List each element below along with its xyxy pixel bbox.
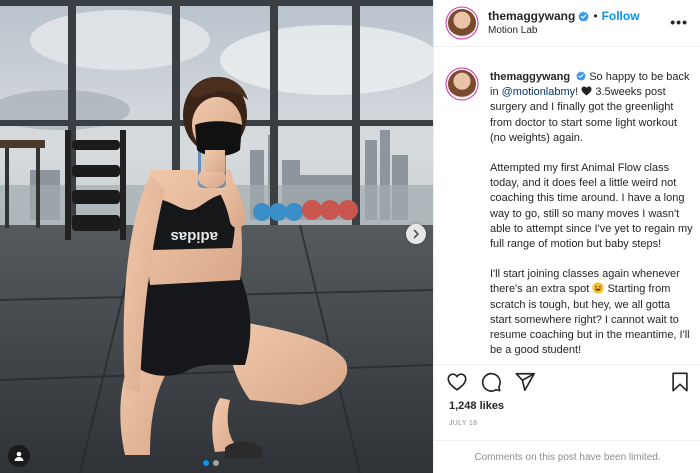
chevron-right-icon [413,229,419,239]
caption-avatar[interactable] [448,70,476,98]
likes-count[interactable]: 1,248 likes [449,400,504,412]
carousel-dot [213,460,219,466]
user-tag-icon [14,451,24,461]
carousel-next-button[interactable] [406,224,426,244]
heart-icon[interactable] [446,371,468,393]
photo-brand-text: adidas [170,228,218,245]
caption-text: themaggywang So happy to be back in @mot… [490,70,694,364]
bookmark-icon[interactable] [669,371,691,393]
location-link[interactable]: Motion Lab [488,25,537,36]
post-header: themaggywang • Follow Motion Lab ••• [434,0,700,47]
username-link[interactable]: themaggywang [488,9,575,23]
separator-dot: • [593,9,598,23]
post-actions: 1,248 likes JULY 18 Comments on this pos… [434,364,700,473]
comment-icon[interactable] [480,371,502,393]
comments-limited-notice: Comments on this post have been limited. [434,440,700,473]
post-side-panel: themaggywang • Follow Motion Lab ••• the… [433,0,700,473]
gym-mirror-selfie-image: adidas [0,0,433,473]
caption-paragraph-2: Attempted my first Animal Flow class tod… [490,162,693,251]
post-photo[interactable]: adidas [0,0,433,473]
verified-badge-icon [578,10,589,22]
avatar[interactable] [448,9,476,37]
carousel-indicator [203,460,219,466]
follow-button[interactable]: Follow [602,9,640,23]
black-heart-icon [581,86,592,96]
user-tags-button[interactable] [8,445,30,467]
caption-area[interactable]: themaggywang So happy to be back in @mot… [434,62,700,364]
grinning-face-icon [592,282,604,295]
verified-badge-icon [576,71,586,81]
share-icon[interactable] [514,371,536,393]
caption-username[interactable]: themaggywang [490,71,570,83]
post-date[interactable]: JULY 18 [449,420,477,427]
mention-link[interactable]: @motionlabmy [502,86,576,98]
carousel-dot-active [203,460,209,466]
more-options-button[interactable]: ••• [670,14,688,30]
